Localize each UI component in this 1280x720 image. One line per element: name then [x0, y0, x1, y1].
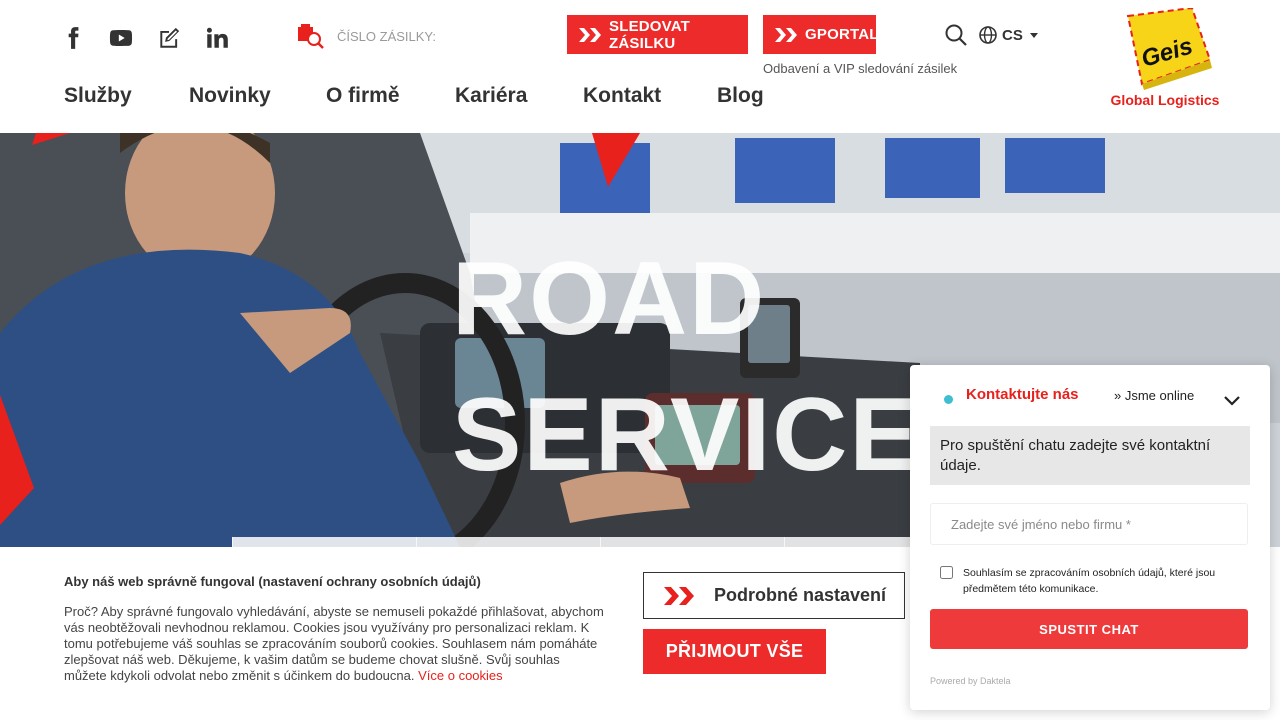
- hero-title-line1: ROAD: [452, 241, 767, 357]
- chat-info: Pro spuštění chatu zadejte své kontaktní…: [930, 426, 1250, 485]
- cookies-more-link[interactable]: Více o cookies: [418, 668, 503, 683]
- consent-label: Souhlasím se zpracováním osobních údajů,…: [963, 567, 1216, 595]
- nav-item-kontakt[interactable]: Kontakt: [583, 84, 717, 108]
- youtube-icon[interactable]: [106, 24, 136, 52]
- tracking-number-input[interactable]: [337, 28, 537, 44]
- gportal-label: GPORTAL: [805, 26, 879, 43]
- hero-tab-strip: [232, 537, 968, 547]
- hero-tab[interactable]: [600, 537, 784, 547]
- detailed-settings-button[interactable]: Podrobné nastavení: [643, 572, 905, 619]
- chevron-down-icon[interactable]: [1221, 392, 1243, 408]
- nav-item-kariera[interactable]: Kariéra: [455, 84, 583, 108]
- track-shipment-label: SLEDOVAT ZÁSILKU: [609, 17, 691, 52]
- start-chat-button[interactable]: SPUSTIT CHAT: [930, 609, 1248, 649]
- search-icon[interactable]: [944, 23, 968, 47]
- chat-title: Kontaktujte nás: [966, 386, 1079, 403]
- language-code: CS: [1002, 26, 1023, 44]
- nav-item-blog[interactable]: Blog: [717, 84, 764, 108]
- site-header: SLEDOVAT ZÁSILKU GPORTAL Odbavení a VIP …: [0, 0, 1280, 133]
- main-nav: Služby Novinky O firmě Kariéra Kontakt B…: [64, 84, 764, 108]
- consent-checkbox[interactable]: [940, 566, 953, 579]
- package-search-icon: [298, 24, 324, 49]
- linkedin-icon[interactable]: [202, 24, 232, 52]
- logo-text: Global Logistics: [1110, 92, 1220, 108]
- chat-name-input[interactable]: [930, 503, 1248, 545]
- geis-logo[interactable]: Geis Global Logistics: [1106, 6, 1224, 110]
- detailed-settings-label: Podrobné nastavení: [714, 585, 887, 605]
- tracking-search: [297, 22, 537, 50]
- gportal-button[interactable]: GPORTAL: [763, 15, 879, 54]
- chat-status: » Jsme online: [1114, 388, 1195, 403]
- hero-tab[interactable]: [232, 537, 416, 547]
- powered-by: Powered by Daktela: [930, 676, 1011, 686]
- chat-widget: Kontaktujte nás » Jsme online Pro spuště…: [910, 365, 1270, 710]
- chat-consent: Souhlasím se zpracováním osobních údajů,…: [940, 565, 1240, 597]
- double-chevron-icon: [664, 586, 694, 605]
- double-chevron-icon: [775, 27, 799, 42]
- nav-item-sluzby[interactable]: Služby: [64, 84, 189, 108]
- header-tools: CS: [944, 23, 1038, 47]
- double-chevron-icon: [579, 27, 603, 42]
- geis-logo-mark: Geis: [1126, 6, 1212, 90]
- facebook-icon[interactable]: [58, 24, 88, 52]
- hero-tab[interactable]: [416, 537, 600, 547]
- gportal-subtitle: Odbavení a VIP sledování zásilek: [763, 61, 958, 76]
- nav-item-novinky[interactable]: Novinky: [189, 84, 326, 108]
- social-links: [58, 24, 232, 52]
- edit-icon[interactable]: [154, 24, 184, 52]
- cookie-text: Proč? Aby správné fungovalo vyhledávání,…: [64, 604, 604, 684]
- track-shipment-button[interactable]: SLEDOVAT ZÁSILKU: [567, 15, 748, 54]
- chevron-down-icon: [1029, 33, 1038, 38]
- cookie-description: Proč? Aby správné fungovalo vyhledávání,…: [64, 604, 604, 683]
- accept-all-button[interactable]: PŘIJMOUT VŠE: [643, 629, 826, 674]
- online-status-dot: [944, 395, 953, 404]
- globe-icon: [979, 26, 997, 44]
- nav-item-o-firme[interactable]: O firmě: [326, 84, 455, 108]
- cookie-title: Aby náš web správně fungoval (nastavení …: [64, 574, 481, 589]
- language-selector[interactable]: CS: [978, 25, 1038, 45]
